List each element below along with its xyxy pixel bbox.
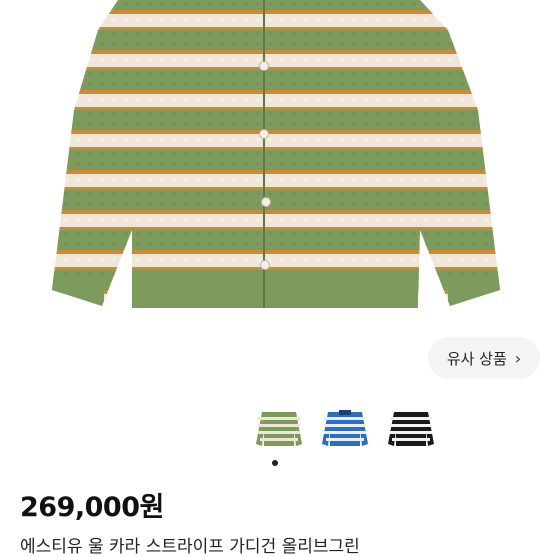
product-price: 269,000원 xyxy=(20,492,164,523)
thumbnail-olive-green[interactable] xyxy=(252,400,306,454)
gallery-pagination xyxy=(272,460,278,466)
thumbnail-blue[interactable] xyxy=(318,400,372,454)
pagination-dot-active[interactable] xyxy=(272,460,278,466)
cardigan-image xyxy=(52,0,500,308)
chevron-right-icon: › xyxy=(514,348,522,368)
product-title: 에스티유 울 카라 스트라이프 가디건 올리브그린 xyxy=(20,537,360,557)
variant-thumbnails xyxy=(252,400,438,454)
similar-products-button[interactable]: 유사 상품 › xyxy=(428,337,540,379)
product-hero-image[interactable] xyxy=(0,0,552,330)
thumbnail-black[interactable] xyxy=(384,400,438,454)
similar-products-label: 유사 상품 xyxy=(446,349,507,368)
